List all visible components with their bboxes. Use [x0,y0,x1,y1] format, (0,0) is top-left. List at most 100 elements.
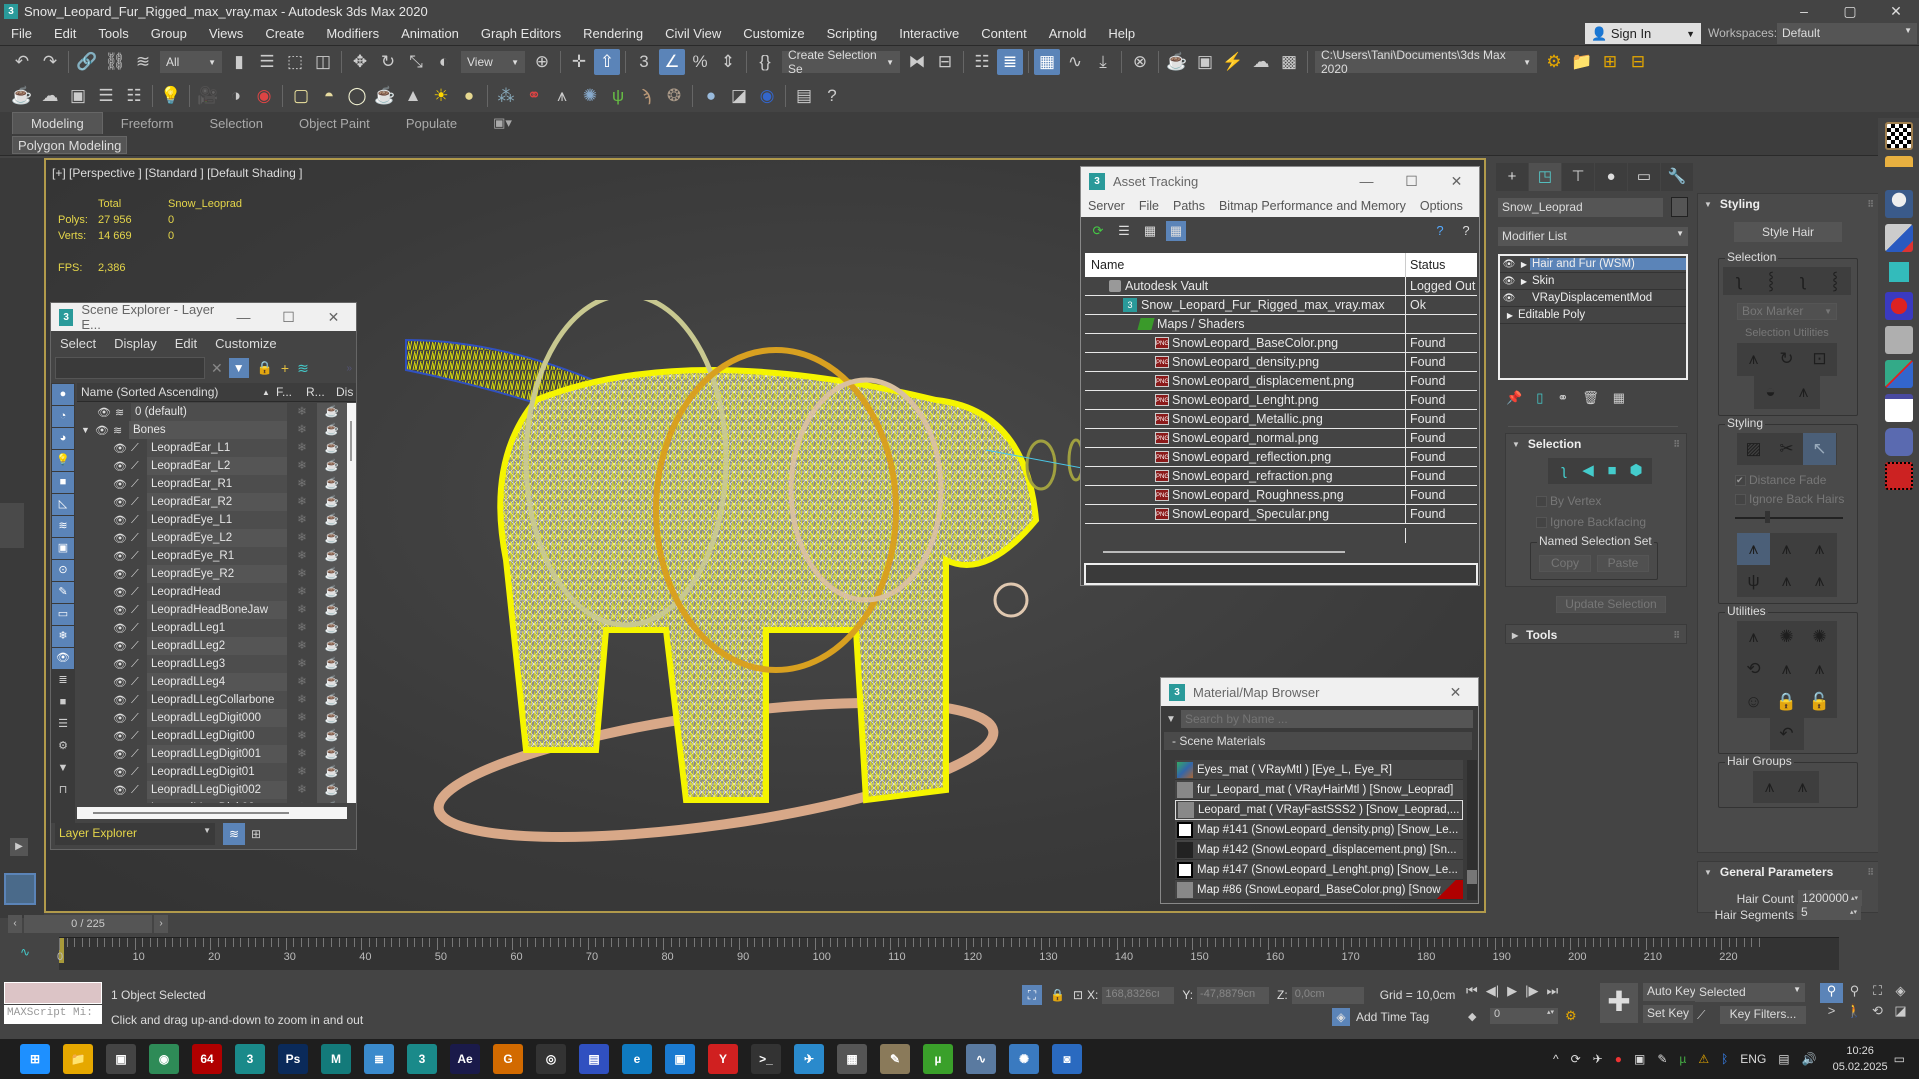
visibility-icon[interactable]: 👁 [1500,259,1518,270]
ambient-light-icon[interactable]: ● [456,83,482,109]
visibility-icon[interactable]: 👁 [113,802,131,804]
key-filters-button[interactable]: Key Filters... [1720,1006,1806,1024]
visibility-icon[interactable]: 👁 [113,460,131,473]
vray-material-icon[interactable]: ● [698,83,724,109]
item-name[interactable]: LeopradLLeg4 [147,673,287,691]
tree-item[interactable]: 👁 ⟋ LeopradEar_L2 ❄ ☕ [77,457,347,475]
vray-fur-icon[interactable]: ✺ [577,83,603,109]
stand-hair-icon[interactable]: ⩚ [1770,533,1803,565]
tree-item[interactable]: 👁 ⟋ LeopradLLeg1 ❄ ☕ [77,619,347,637]
show-hidden-icon[interactable]: ⩚ [1787,376,1820,408]
menu-edit[interactable]: Edit [43,26,87,41]
show-end-result-icon[interactable]: ▯ [1536,390,1543,406]
ies-light-icon[interactable]: ▲ [400,83,426,109]
style-hair-button[interactable]: Style Hair [1734,222,1842,242]
pop-selected-icon[interactable]: ✺ [1770,621,1803,653]
menu-group[interactable]: Group [140,26,198,41]
freeze-toggle-icon[interactable]: ❄ [287,511,317,529]
slider-handle[interactable] [1765,511,1770,523]
guides-icon[interactable]: ʅ [1552,460,1576,482]
asset-table-hscroll[interactable] [1085,543,1477,561]
expand-icon[interactable]: ▶ [10,838,28,856]
snow-leopard-model[interactable] [386,300,1146,860]
ribbon-tab-populate[interactable]: Populate [388,113,475,134]
sync-icon[interactable]: ⟳ [1571,1052,1581,1066]
ribbon-tab-selection[interactable]: Selection [192,113,281,134]
thumbnail-view-icon[interactable]: ▦ [1140,221,1160,241]
close-button[interactable]: ✕ [1433,684,1478,701]
curve-editor-mini-icon[interactable]: ∿ [20,945,30,959]
close-button[interactable]: ✕ [311,309,356,326]
checkbox-checked[interactable]: ✔ [1735,474,1746,486]
cloud-icon[interactable]: ☁ [37,83,63,109]
project-tree-icon[interactable]: ⊟ [1625,49,1651,75]
add-layer-icon[interactable]: + [281,360,289,376]
menu-interactive[interactable]: Interactive [888,26,970,41]
helpers-filter-icon[interactable]: ◺ [52,494,74,515]
selection-lock-icon[interactable]: 🔒 [1050,988,1065,1002]
named-selection-dropdown[interactable]: Create Selection Se ▼ [782,48,900,76]
select-hair-ends-icon[interactable]: ⸾ [1755,267,1787,295]
light-mesh-icon[interactable]: ☕ [372,83,398,109]
sign-in-button[interactable]: 👤 Sign In ▼ [1585,23,1701,44]
next-frame-button[interactable]: › [154,915,168,933]
layer-name[interactable]: 0 (default) [131,403,287,421]
default-tangent-icon[interactable]: ⟋ [1697,1008,1705,1023]
material-browser-vscroll[interactable] [1467,760,1477,900]
render-window-icon[interactable]: ▣ [65,83,91,109]
render-toggle-icon[interactable]: ☕ [317,655,347,673]
visibility-icon[interactable]: 👁 [113,766,131,779]
redo-icon[interactable]: ↷ [37,49,63,75]
vray-record-icon[interactable] [1884,292,1913,320]
select-all-icon[interactable]: ≣ [52,670,74,691]
ribbon-tab-freeform[interactable]: Freeform [103,113,192,134]
column-name[interactable]: Name (Sorted Ascending) [77,385,262,399]
taskbar-settings-app-icon[interactable]: ✺ [1009,1044,1039,1074]
checker-map-icon[interactable] [1884,122,1913,150]
utilities-tab-icon[interactable]: 🔧 [1661,163,1693,191]
walk-through-icon[interactable]: 🚶 [1843,1003,1866,1023]
taskbar-after-effects-icon[interactable]: Ae [450,1044,480,1074]
visibility-icon[interactable]: 👁 [113,442,131,455]
tree-item[interactable]: 👁 ⟋ LeopradLLegCollarbone ❄ ☕ [77,691,347,709]
render-toggle-icon[interactable]: ☕ [317,637,347,655]
expand-arrow-icon[interactable]: ▶ [1518,277,1530,286]
freeze-toggle-icon[interactable]: ❄ [287,799,317,803]
rect-selection-icon[interactable]: ⬚ [282,49,308,75]
y-coordinate-field[interactable]: -47,8879cn [1197,986,1270,1004]
item-name[interactable]: LeopradLLeg3 [147,655,287,673]
explorer-mode-dropdown[interactable]: Layer Explorer ▼ [55,823,215,845]
clump-icon[interactable]: ψ [1737,565,1770,597]
menu-server[interactable]: Server [1081,199,1132,213]
column-display[interactable]: Dis [336,385,356,399]
link-icon[interactable]: 🔗 [74,49,100,75]
expand-arrow-icon[interactable]: ▼ [81,425,95,435]
visibility-icon[interactable]: 👁 [97,406,115,419]
window-crossing-icon[interactable]: ◫ [310,49,336,75]
refresh-icon[interactable]: ⟳ [1088,221,1108,241]
grow-selection-icon[interactable]: ⊡ [1803,343,1836,375]
asset-row[interactable]: PNG SnowLeopard_Metallic.png Found [1085,409,1477,429]
by-vertex-checkbox[interactable]: By Vertex [1536,494,1601,508]
asset-row[interactable]: PNG SnowLeopard_refraction.png Found [1085,466,1477,486]
container-icon[interactable]: ⊓ [52,780,74,801]
go-to-end-icon[interactable]: ⏭ [1546,983,1558,999]
orbit-icon[interactable]: ⟲ [1866,1003,1889,1023]
menu-modifiers[interactable]: Modifiers [315,26,390,41]
visibility-icon[interactable]: 👁 [113,658,131,671]
layers-icon[interactable]: ≋ [297,360,309,377]
render-toggle-icon[interactable]: ☕ [317,565,347,583]
physical-camera-icon[interactable]: ◑ [223,83,249,109]
grass-icon[interactable]: ψ [605,83,631,109]
rotate-hair-icon[interactable]: ⩚ [1770,565,1803,597]
selection-filter-dropdown[interactable]: All ▼ [160,51,222,73]
layer-row[interactable]: ▼ 👁 ≋ Bones ❄ ☕ [77,421,347,439]
maxscript-output[interactable] [4,982,102,1004]
zoom-icon[interactable]: ⚲ [1820,983,1843,1003]
asset-row[interactable]: PNG SnowLeopard_normal.png Found [1085,428,1477,448]
render-shot-icon[interactable]: ▩ [1276,49,1302,75]
tree-item[interactable]: 👁 ⟋ LeopradEye_L1 ❄ ☕ [77,511,347,529]
utorrent-tray-icon[interactable]: µ [1679,1052,1686,1066]
hierarchy-tab-icon[interactable]: ⊤ [1562,163,1594,191]
scene-explorer-search-input[interactable] [55,357,205,379]
